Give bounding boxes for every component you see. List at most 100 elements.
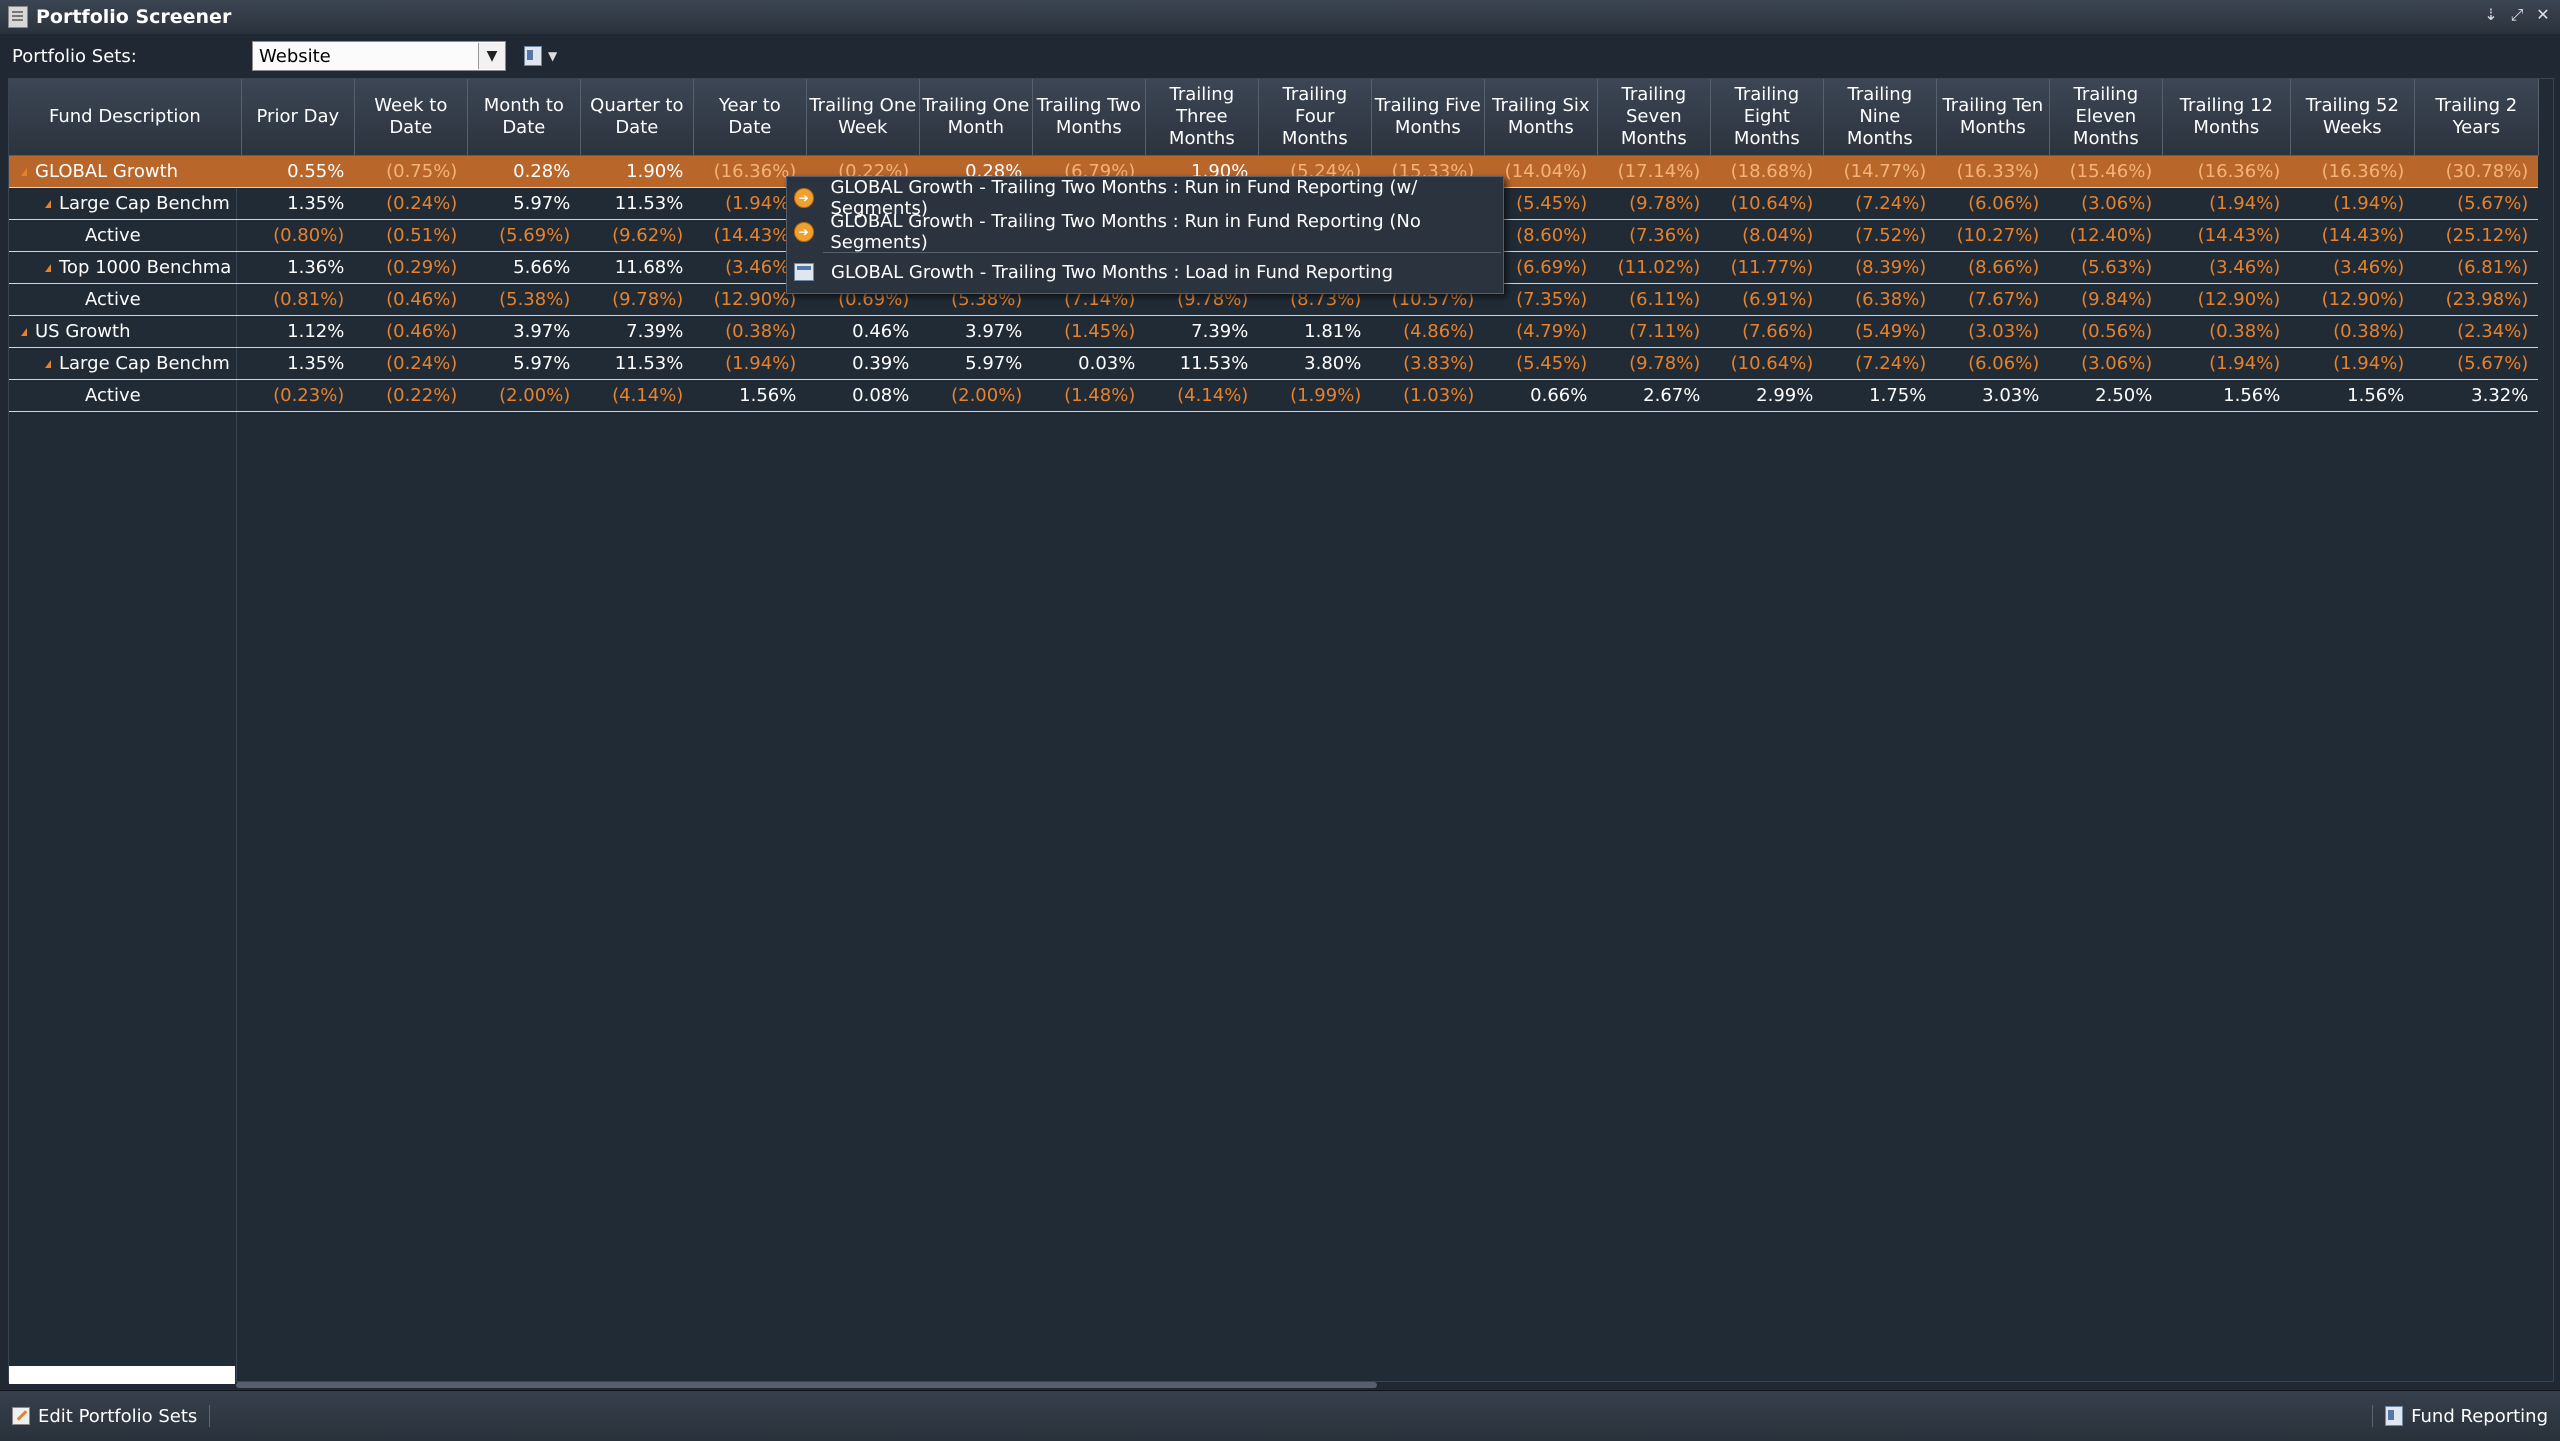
return-cell[interactable]: (30.78%) [2414,155,2539,188]
return-cell[interactable]: 3.97% [467,315,581,348]
return-cell[interactable]: (1.48%) [1032,379,1146,412]
column-header[interactable]: Trailing One Week [806,79,920,156]
table-row[interactable]: Active (0.23%) (0.22%) (2.00%) (4.14%) 1.56% 0… [9,379,2539,412]
description-scroll-area[interactable] [9,1366,235,1384]
column-header[interactable]: Fund Description [9,79,242,156]
expand-triangle-icon[interactable] [45,264,51,272]
column-header[interactable]: Week to Date [354,79,468,156]
fund-description-cell[interactable]: Active [9,283,242,316]
fund-description-cell[interactable]: GLOBAL Growth [9,155,242,188]
return-cell[interactable]: (6.81%) [2414,251,2539,284]
return-cell[interactable]: (9.78%) [580,283,694,316]
return-cell[interactable]: 2.50% [2049,379,2163,412]
horizontal-scrollbar[interactable] [236,1382,1377,1388]
return-cell[interactable]: (16.36%) [2162,155,2291,188]
return-cell[interactable]: (2.00%) [919,379,1033,412]
return-cell[interactable]: (1.94%) [2290,187,2415,220]
return-cell[interactable]: (4.86%) [1371,315,1485,348]
fund-description-cell[interactable]: Active [9,219,242,252]
return-cell[interactable]: (12.40%) [2049,219,2163,252]
return-cell[interactable]: 0.28% [467,155,581,188]
return-cell[interactable]: (7.67%) [1936,283,2050,316]
expand-triangle-icon[interactable] [21,328,27,336]
return-cell[interactable]: 1.35% [241,187,355,220]
expand-triangle-icon[interactable] [45,360,51,368]
return-cell[interactable]: (0.46%) [354,315,468,348]
column-header[interactable]: Trailing 52 Weeks [2290,79,2415,156]
return-cell[interactable]: (1.94%) [2162,347,2291,380]
return-cell[interactable]: (7.52%) [1823,219,1937,252]
column-header[interactable]: Trailing Nine Months [1823,79,1937,156]
fund-description-cell[interactable]: Large Cap Benchm [9,187,242,220]
return-cell[interactable]: (14.43%) [2162,219,2291,252]
return-cell[interactable]: 11.68% [580,251,694,284]
return-cell[interactable]: 5.97% [467,187,581,220]
column-header[interactable]: Year to Date [693,79,807,156]
column-header[interactable]: Trailing Ten Months [1936,79,2050,156]
return-cell[interactable]: (10.27%) [1936,219,2050,252]
return-cell[interactable]: (14.77%) [1823,155,1937,188]
column-header[interactable]: Trailing Three Months [1145,79,1259,156]
fund-description-cell[interactable]: Large Cap Benchm [9,347,242,380]
return-cell[interactable]: (1.03%) [1371,379,1485,412]
return-cell[interactable]: (0.38%) [2290,315,2415,348]
fund-description-cell[interactable]: Top 1000 Benchma [9,251,242,284]
fund-description-cell[interactable]: US Growth [9,315,242,348]
return-cell[interactable]: (3.83%) [1371,347,1485,380]
close-icon[interactable]: ✕ [2534,6,2552,24]
chevron-down-icon[interactable]: ▼ [478,43,505,69]
return-cell[interactable]: (6.91%) [1710,283,1824,316]
expand-triangle-icon[interactable] [21,168,27,176]
return-cell[interactable]: (11.77%) [1710,251,1824,284]
return-cell[interactable]: (9.84%) [2049,283,2163,316]
return-cell[interactable]: (6.38%) [1823,283,1937,316]
column-header[interactable]: Trailing Four Months [1258,79,1372,156]
return-cell[interactable]: 1.56% [2290,379,2415,412]
return-cell[interactable]: (1.45%) [1032,315,1146,348]
return-cell[interactable]: 1.56% [2162,379,2291,412]
return-cell[interactable]: 1.90% [580,155,694,188]
return-cell[interactable]: (8.04%) [1710,219,1824,252]
return-cell[interactable]: (10.64%) [1710,187,1824,220]
return-cell[interactable]: (6.06%) [1936,187,2050,220]
return-cell[interactable]: (0.22%) [354,379,468,412]
return-cell[interactable]: 1.75% [1823,379,1937,412]
return-cell[interactable]: (11.02%) [1597,251,1711,284]
return-cell[interactable]: 1.56% [693,379,807,412]
return-cell[interactable]: 2.99% [1710,379,1824,412]
table-row[interactable]: US Growth 1.12% (0.46%) 3.97% 7.39% (0.38%) 0.… [9,315,2539,348]
return-cell[interactable]: 0.55% [241,155,355,188]
expand-triangle-icon[interactable] [45,200,51,208]
column-header[interactable]: Trailing Five Months [1371,79,1485,156]
return-cell[interactable]: (2.34%) [2414,315,2539,348]
return-cell[interactable]: (10.64%) [1710,347,1824,380]
return-cell[interactable]: 7.39% [580,315,694,348]
column-header[interactable]: Trailing 2 Years [2414,79,2539,156]
return-cell[interactable]: 3.80% [1258,347,1372,380]
menu-item-load[interactable]: GLOBAL Growth - Trailing Two Months : Lo… [787,255,1503,289]
return-cell[interactable]: 5.97% [919,347,1033,380]
return-cell[interactable]: (5.67%) [2414,347,2539,380]
table-row[interactable]: Large Cap Benchm 1.35% (0.24%) 5.97% 11.53%(… [9,347,2539,380]
return-cell[interactable]: 1.81% [1258,315,1372,348]
return-cell[interactable]: (16.33%) [1936,155,2050,188]
column-header[interactable]: Quarter to Date [580,79,694,156]
return-cell[interactable]: (8.39%) [1823,251,1937,284]
return-cell[interactable]: (0.46%) [354,283,468,316]
return-cell[interactable]: 11.53% [580,187,694,220]
pin-icon[interactable]: ⇣ [2482,6,2500,24]
return-cell[interactable]: (0.56%) [2049,315,2163,348]
return-cell[interactable]: 5.66% [467,251,581,284]
portfolio-sets-select[interactable]: Website ▼ [252,41,506,71]
return-cell[interactable]: (6.11%) [1597,283,1711,316]
return-cell[interactable]: (5.63%) [2049,251,2163,284]
return-cell[interactable]: 5.97% [467,347,581,380]
return-cell[interactable]: (0.23%) [241,379,355,412]
return-cell[interactable]: (3.03%) [1936,315,2050,348]
edit-portfolio-sets-button[interactable]: Edit Portfolio Sets [0,1406,209,1427]
return-cell[interactable]: (5.67%) [2414,187,2539,220]
return-cell[interactable]: (5.69%) [467,219,581,252]
return-cell[interactable]: (2.00%) [467,379,581,412]
return-cell[interactable]: (0.38%) [2162,315,2291,348]
return-cell[interactable]: (23.98%) [2414,283,2539,316]
